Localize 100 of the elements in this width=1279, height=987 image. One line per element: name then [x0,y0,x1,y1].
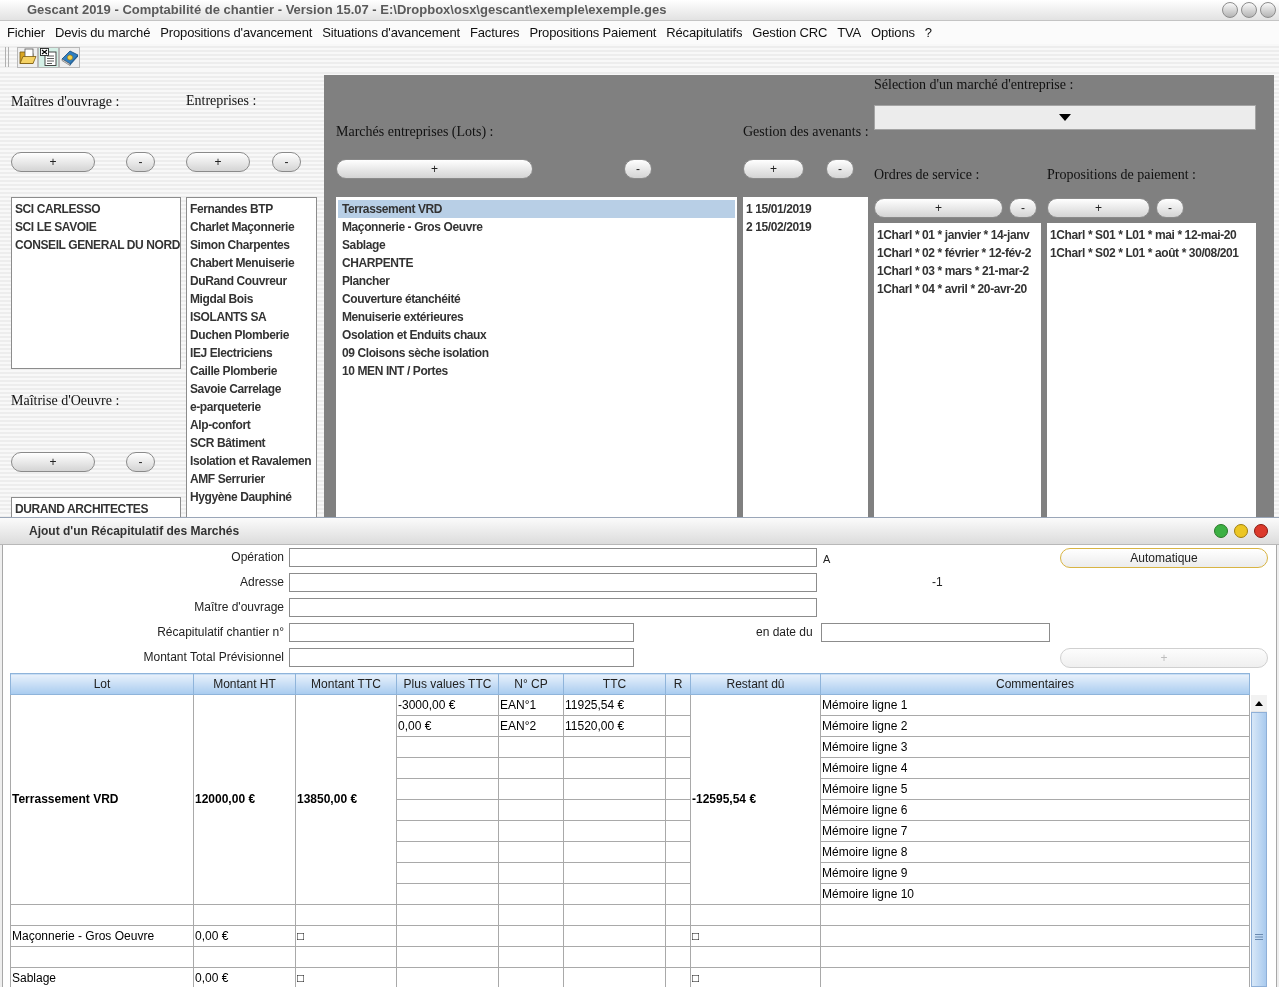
market-select-dropdown[interactable] [874,105,1256,130]
owner-field[interactable] [289,598,817,617]
list-item[interactable]: Simon Charpentes [187,236,316,254]
date-field[interactable] [820,623,1050,642]
remove-button[interactable]: - [126,452,155,472]
list-item[interactable]: CONSEIL GENERAL DU NORD [12,236,180,254]
remove-button[interactable]: - [272,152,301,172]
list-item[interactable]: SCI CARLESSO [12,200,180,218]
column-header[interactable]: N° CP [498,673,564,695]
field-label: Adresse [239,575,284,590]
add-button[interactable]: + [874,198,1003,218]
list-item[interactable]: IEJ Electriciens [187,344,316,362]
window-control-button[interactable] [1260,2,1276,18]
list-item[interactable]: DuRand Couvreur [187,272,316,290]
window-control-button[interactable] [1214,524,1228,538]
column-header[interactable]: Plus values TTC [396,673,499,695]
list-item[interactable]: 1 15/01/2019 [743,200,868,218]
field-label: en date du [756,625,813,640]
column-header[interactable]: Restant dû [690,673,821,695]
menu-item[interactable]: TVA [832,21,867,44]
list-item[interactable]: Hygyène Dauphiné [187,488,316,506]
list-item[interactable]: SCR Bâtiment [187,434,316,452]
caret-icon [1059,114,1071,121]
add-button[interactable]: + [743,159,804,179]
list-item[interactable]: 1Charl * S02 * L01 * août * 30/08/201 [1047,244,1256,262]
column-header[interactable]: Lot [10,673,194,695]
list-item[interactable]: Duchen Plomberie [187,326,316,344]
table-cell: □ [295,925,397,947]
list-item[interactable]: ISOLANTS SA [187,308,316,326]
menu-item[interactable]: Propositions d'avancement [155,21,318,44]
document-button[interactable] [38,46,59,68]
section-label: Ordres de service : [874,167,980,183]
remove-button[interactable]: - [1156,198,1184,218]
list-item[interactable]: Terrassement VRD [338,200,735,218]
add-button[interactable]: + [11,152,95,172]
menu-item[interactable]: Devis du marché [49,21,156,44]
address-field[interactable] [289,573,817,592]
table-cell: -12595,54 € [690,694,821,905]
column-header[interactable]: Commentaires [820,673,1250,695]
table-cell: Mémoire ligne 7 [820,820,1250,842]
list-item[interactable]: AMF Serrurier [187,470,316,488]
remove-button[interactable]: - [1009,198,1037,218]
window-control-button[interactable] [1241,2,1257,18]
menu-item[interactable]: Factures [465,21,525,44]
grip-icon[interactable] [4,47,12,67]
add-button[interactable]: + [1047,198,1150,218]
list-item[interactable]: DURAND ARCHITECTES [12,500,180,517]
list-item[interactable]: Charlet Maçonnerie [187,218,316,236]
column-header[interactable]: Montant TTC [295,673,397,695]
table-cell: -3000,00 € [396,694,499,716]
menu-item[interactable]: ? [919,21,937,44]
table-cell: Mémoire ligne 10 [820,883,1250,905]
window-control-button[interactable] [1222,2,1238,18]
column-header[interactable]: R [665,673,691,695]
list-item[interactable]: Chabert Menuiserie [187,254,316,272]
up-triangle-icon [1255,700,1263,706]
open-button[interactable] [17,46,38,68]
remove-button[interactable]: - [624,159,652,179]
window-control-button[interactable] [1254,524,1268,538]
table-cell: 12000,00 € [193,694,296,905]
column-header[interactable]: Montant HT [193,673,296,695]
add-button[interactable]: + [186,152,250,172]
add-button[interactable]: + [11,452,95,472]
menu-item[interactable]: Situations d'avancement [317,21,465,44]
total-field[interactable] [289,648,634,667]
add-button[interactable]: + [336,159,533,179]
remove-button[interactable]: - [826,159,854,179]
operation-field[interactable] [289,548,817,567]
section-label: Propositions de paiement : [1047,167,1196,183]
menu-item[interactable]: Propositions Paiement [524,21,662,44]
automatique-button[interactable]: Automatique [1060,547,1268,568]
list-item[interactable]: Fernandes BTP [187,200,316,218]
list-item[interactable]: 1Charl * 01 * janvier * 14-janv [874,226,1041,244]
section-label: Marchés entreprises (Lots) : [336,124,494,140]
list-item[interactable]: 2 15/02/2019 [743,218,868,236]
list-item[interactable]: 1Charl * 04 * avril * 20-avr-20 [874,280,1041,298]
list-item[interactable]: 1Charl * 03 * mars * 21-mar-2 [874,262,1041,280]
menu-item[interactable]: Fichier [2,21,50,44]
grip-icon [1255,934,1263,940]
list-item[interactable]: e-parqueterie [187,398,316,416]
list-item[interactable]: Caille Plomberie [187,362,316,380]
table-cell: Mémoire ligne 4 [820,757,1250,779]
list-item[interactable]: 1Charl * 02 * février * 12-fév-2 [874,244,1041,262]
scroll-up-button[interactable] [1251,695,1267,711]
menu-item[interactable]: Gestion CRC [747,21,833,44]
list-item[interactable]: Isolation et Ravalemen [187,452,316,470]
list-item[interactable]: SCI LE SAVOIE [12,218,180,236]
list-item[interactable]: Savoie Carrelage [187,380,316,398]
book-button[interactable] [59,46,80,68]
table-cell: Mémoire ligne 2 [820,715,1250,737]
menu-item[interactable]: Récapitulatifs [661,21,748,44]
column-header[interactable]: TTC [563,673,666,695]
list-item[interactable]: 1Charl * S01 * L01 * mai * 12-mai-20 [1047,226,1256,244]
recap-number-field[interactable] [289,623,634,642]
table-cell: Mémoire ligne 6 [820,799,1250,821]
list-item[interactable]: Migdal Bois [187,290,316,308]
list-item[interactable]: Alp-confort [187,416,316,434]
table-cell: 0,00 € [193,967,296,987]
remove-button[interactable]: - [126,152,155,172]
menu-item[interactable]: Options [866,21,920,44]
